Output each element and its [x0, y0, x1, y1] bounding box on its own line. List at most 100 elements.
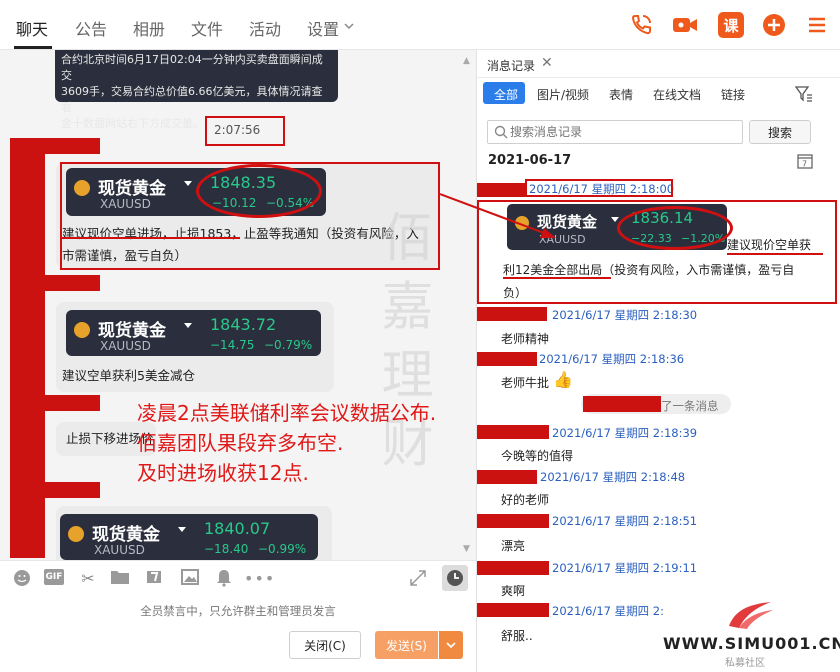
- quote-price: 1843.72: [210, 315, 277, 334]
- scroll-down-icon[interactable]: ▼: [463, 544, 470, 554]
- plus-icon[interactable]: [761, 12, 787, 38]
- message-time: 2021/6/17 星期四 2:19:11: [552, 561, 698, 575]
- tab-announcement[interactable]: 公告: [75, 16, 107, 40]
- svg-text:7: 7: [802, 160, 807, 169]
- annotation-underline: [62, 237, 240, 239]
- bell-icon[interactable]: [214, 569, 234, 587]
- search-input[interactable]: [510, 123, 736, 141]
- message-text: 爽啊: [501, 584, 526, 598]
- redacted-name: [477, 425, 549, 439]
- redacted-name: [477, 470, 537, 484]
- history-title: 消息记录: [487, 59, 536, 73]
- redacted-name: [477, 307, 547, 321]
- history-clock-icon[interactable]: [442, 565, 468, 591]
- redacted-name: [477, 352, 537, 366]
- tab-files[interactable]: 文件: [191, 16, 223, 40]
- redacted-name: [45, 395, 100, 411]
- overlay-caption-line: 及时进场收获12点.: [137, 461, 309, 485]
- scissors-icon[interactable]: ✂: [78, 569, 98, 588]
- search-button[interactable]: 搜索: [749, 120, 811, 144]
- history-date: 2021-06-17: [488, 153, 572, 168]
- quote-name: 现货黄金: [92, 525, 160, 545]
- brand-subtitle: 私募社区: [725, 658, 765, 669]
- more-icon[interactable]: [804, 12, 830, 38]
- brand-url: WWW.SIMU001.CN: [663, 634, 840, 653]
- message-text: 老师精神: [501, 332, 550, 346]
- tab-settings[interactable]: 设置: [307, 16, 339, 40]
- quote-change: −18.40: [204, 542, 249, 556]
- message-line: 金十数据网站右下方成交量。: [61, 117, 204, 130]
- message-text: 舒服..: [501, 629, 533, 643]
- video-icon[interactable]: [672, 12, 698, 38]
- send-button[interactable]: 发送(S): [375, 631, 438, 659]
- message-line: 合约北京时间6月17日02:04一分钟内买卖盘面瞬间成交: [61, 53, 323, 82]
- tab-all[interactable]: 全部: [494, 86, 518, 103]
- course-icon[interactable]: 课: [718, 12, 744, 38]
- thumbs-up-icon: 👍: [553, 370, 573, 389]
- muted-notice: 全员禁言中，只允许群主和管理员发言: [140, 604, 336, 618]
- quote-price: 1840.07: [204, 519, 271, 538]
- quote-percent: −0.99%: [258, 542, 307, 556]
- tab-stickers[interactable]: 表情: [609, 86, 633, 103]
- recall-text: 了一条消息: [661, 399, 719, 413]
- tab-album[interactable]: 相册: [133, 16, 165, 40]
- composer: GIF ✂ ••• 全员禁言中，只允许群主和管理员发言 关闭(C) 发送(S): [0, 560, 476, 672]
- quote-change: −14.75: [210, 338, 255, 352]
- gold-coin-icon: [74, 322, 90, 338]
- chat-area: 合约北京时间6月17日02:04一分钟内买卖盘面瞬间成交 3609手，交易合约总…: [0, 50, 476, 560]
- template-icon[interactable]: [144, 569, 164, 585]
- calendar-icon[interactable]: 7: [797, 153, 813, 172]
- message-time: 2021/6/17 星期四 2:: [552, 604, 664, 618]
- overlay-caption-line: 佰嘉团队果段弃多布空.: [137, 431, 344, 455]
- active-tab-indicator: [14, 46, 52, 49]
- caret-down-icon: [184, 323, 192, 328]
- quote-code: XAUUSD: [100, 339, 151, 353]
- message-time: 2021/6/17 星期四 2:18:36: [539, 352, 685, 366]
- search-box: [487, 120, 743, 144]
- redacted-name: [477, 514, 549, 528]
- message-text: 老师牛批: [501, 376, 550, 390]
- message-time: 2021/6/17 星期四 2:18:48: [540, 470, 686, 484]
- message-text: 好的老师: [501, 493, 550, 507]
- annotation-ellipse: [617, 206, 733, 250]
- annotation-underline: [727, 253, 823, 255]
- filter-icon[interactable]: [794, 86, 813, 105]
- more-icon[interactable]: •••: [244, 569, 274, 588]
- history-header: 消息记录 ✕: [477, 50, 840, 78]
- gif-icon[interactable]: GIF: [44, 569, 64, 585]
- send-options-button[interactable]: [439, 631, 463, 659]
- message-text: 建议空单获利5美金减仓: [62, 368, 195, 383]
- redacted-name: [45, 138, 100, 154]
- annotation-box: [205, 116, 285, 146]
- redacted-name: [45, 482, 100, 498]
- image-icon[interactable]: [180, 569, 200, 585]
- phone-icon[interactable]: [628, 12, 654, 38]
- close-icon[interactable]: ✕: [541, 55, 553, 71]
- tab-media[interactable]: 图片/视频: [537, 86, 589, 103]
- message-line: 3609手，交易合约总价值6.66亿美元，具体情况请查看: [61, 85, 323, 114]
- scroll-up-icon[interactable]: ▲: [463, 56, 470, 66]
- quote-percent: −0.79%: [264, 338, 313, 352]
- tab-chat[interactable]: 聊天: [16, 16, 48, 40]
- folder-icon[interactable]: [110, 569, 130, 585]
- chevron-down-icon[interactable]: [343, 20, 355, 32]
- tab-docs[interactable]: 在线文档: [653, 86, 701, 103]
- expand-icon[interactable]: [408, 569, 428, 586]
- annotation-arrow: [440, 193, 556, 238]
- close-button[interactable]: 关闭(C): [289, 631, 361, 659]
- emoji-icon[interactable]: [12, 569, 32, 586]
- annotation-underline: [503, 277, 611, 279]
- message-time: 2021/6/17 星期四 2:18:51: [552, 514, 698, 528]
- redacted-name: [45, 275, 100, 291]
- tab-links[interactable]: 链接: [721, 86, 745, 103]
- overlay-caption-line: 凌晨2点美联储利率会议数据公布.: [137, 401, 437, 425]
- message-time: 2021/6/17 星期四 2:18:39: [552, 426, 698, 440]
- quote-card[interactable]: 现货黄金 XAUUSD 1840.07 −18.40 −0.99%: [60, 514, 318, 560]
- chevron-down-icon: [446, 642, 456, 649]
- message-bubble: 现货黄金 XAUUSD 1840.07 −18.40 −0.99%: [56, 506, 332, 560]
- quote-card[interactable]: 现货黄金 XAUUSD 1843.72 −14.75 −0.79%: [66, 310, 321, 356]
- message-text: 今晚等的值得: [501, 449, 574, 463]
- tab-activity[interactable]: 活动: [249, 16, 281, 40]
- brand-logo-icon: [725, 598, 777, 633]
- annotation-ellipse: [196, 164, 322, 218]
